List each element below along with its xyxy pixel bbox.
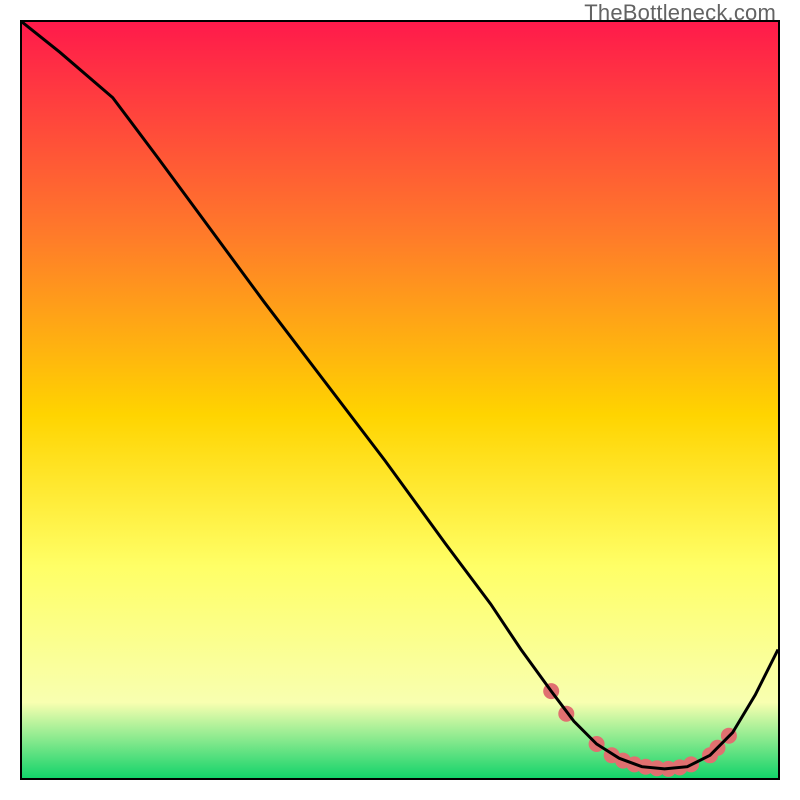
bottleneck-chart [22,22,778,778]
gradient-background [22,22,778,778]
